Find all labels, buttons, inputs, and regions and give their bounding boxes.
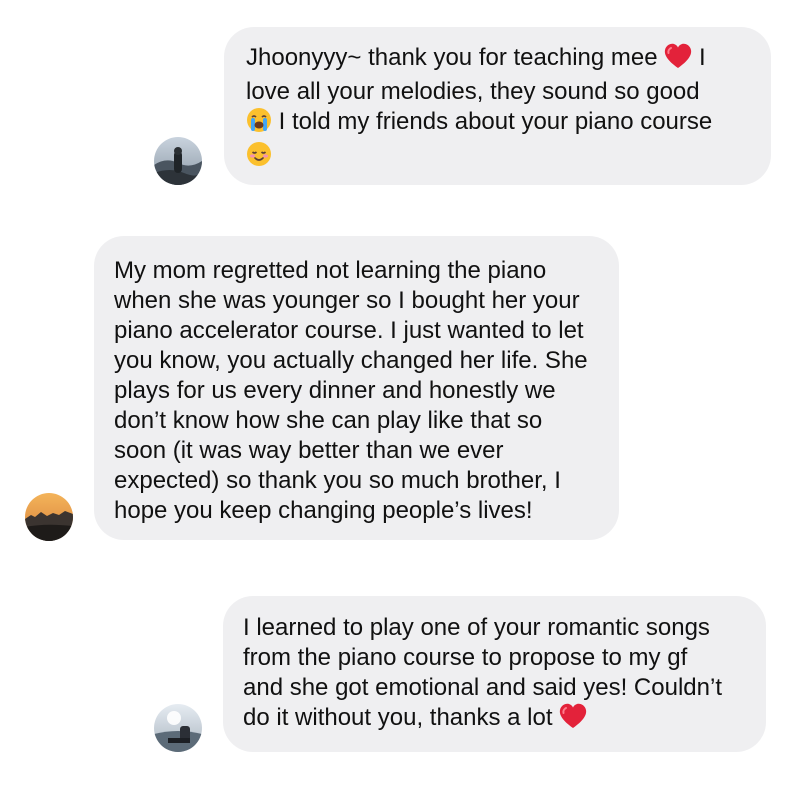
message-line: soon (it was way better than we ever [114, 437, 504, 464]
message-line: My mom regretted not learning the piano [114, 257, 547, 284]
message-bubble-outgoing: Jhoonyyy~ thank you for teaching mee I l… [224, 27, 771, 185]
avatar-photo [25, 493, 73, 541]
message-line: do it without you, thanks a lot [243, 703, 746, 737]
message-line: and she got emotional and said yes! Coul… [243, 674, 722, 701]
loudly-crying-face-icon [246, 107, 272, 141]
red-heart-icon [559, 703, 587, 737]
message-line: expected) so thank you so much brother, … [114, 467, 561, 494]
smiling-face-icon [246, 141, 272, 175]
avatar[interactable] [154, 704, 202, 752]
message-text: I told my friends about your piano cours… [278, 108, 713, 135]
message-text: I [698, 44, 706, 71]
message-line: don’t know how she can play like that so [114, 407, 543, 434]
message-line: Jhoonyyy~ thank you for teaching mee I [246, 43, 749, 77]
message-line: you know, you actually changed her life.… [114, 347, 588, 374]
message-line: piano accelerator course. I just wanted … [114, 317, 584, 344]
message-line: when she was younger so I bought her you… [114, 287, 580, 314]
message-text: do it without you, thanks a lot [243, 704, 553, 731]
avatar[interactable] [154, 137, 202, 185]
message-line: plays for us every dinner and honestly w… [114, 377, 556, 404]
message-line: from the piano course to propose to my g… [243, 644, 688, 671]
message-line: I told my friends about your piano cours… [246, 107, 749, 141]
message-line [246, 141, 749, 175]
message-bubble-outgoing: I learned to play one of your romantic s… [223, 596, 766, 752]
message-line: hope you keep changing people’s lives! [114, 497, 533, 524]
message-bubble-incoming: My mom regretted not learning the piano … [94, 236, 619, 540]
red-heart-icon [664, 43, 692, 77]
avatar-photo [154, 704, 202, 752]
message-line: love all your melodies, they sound so go… [246, 78, 700, 105]
message-line: I learned to play one of your romantic s… [243, 614, 710, 641]
avatar[interactable] [25, 493, 73, 541]
avatar-photo [154, 137, 202, 185]
message-text: Jhoonyyy~ thank you for teaching mee [246, 44, 658, 71]
